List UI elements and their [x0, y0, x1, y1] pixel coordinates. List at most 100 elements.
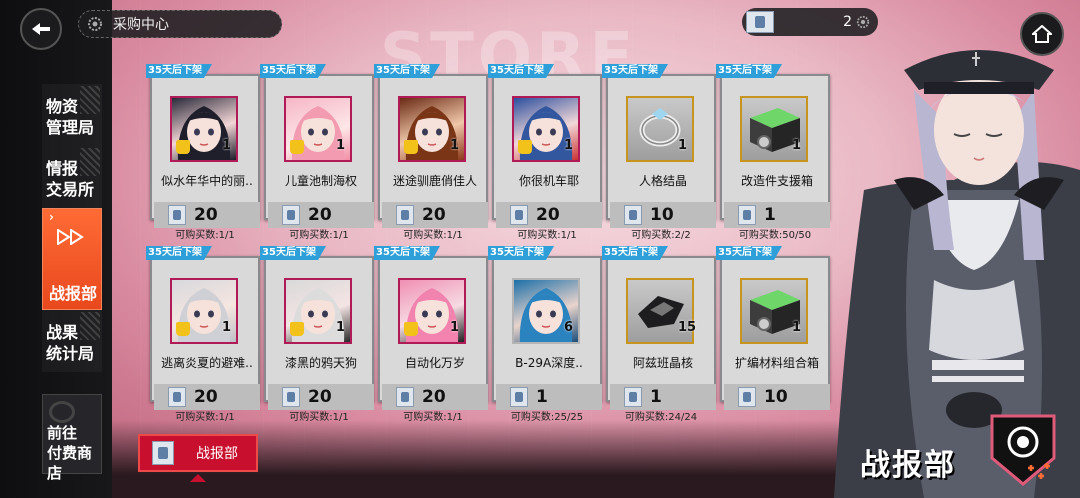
price-row: 1 — [496, 384, 602, 410]
purchase-limit: 可购买数:1/1 — [403, 412, 463, 423]
shop-item-card[interactable]: 35天后下架 1 逃离炎夏的避难.. 20 可购买数:1/1 — [146, 246, 260, 423]
item-quantity: 1 — [450, 138, 460, 153]
purchase-limit: 可购买数:50/50 — [738, 230, 812, 241]
price-row: 20 — [382, 384, 488, 410]
expiry-badge: 35天后下架 — [602, 246, 668, 260]
ticket-icon — [396, 205, 414, 225]
paid-shop-button[interactable]: 前往 付费商店 — [42, 394, 102, 482]
item-name: 迷途驯鹿俏佳人 — [392, 174, 477, 188]
item-quantity: 6 — [564, 320, 574, 335]
texture-pattern — [80, 312, 100, 340]
item-price: 20 — [536, 205, 560, 225]
expiry-badge: 35天后下架 — [602, 64, 668, 78]
category-tab-label: 战报部 — [196, 446, 238, 462]
item-price: 20 — [422, 387, 446, 407]
sidebar-item-results[interactable]: 战果 统计局 — [42, 310, 102, 372]
ticket-icon — [282, 387, 300, 407]
ticket-icon — [624, 387, 642, 407]
shop-item-card[interactable]: 35天后下架 1 迷途驯鹿俏佳人 20 可购买数:1/1 — [374, 64, 488, 241]
shop-item-card[interactable]: 35天后下架 1 扩编材料组合箱 10 — [716, 246, 830, 410]
price-row: 20 — [382, 202, 488, 228]
item-quantity: 1 — [792, 138, 802, 153]
item-frame: 1 扩编材料组合箱 10 — [720, 256, 830, 410]
item-name: 人格结晶 — [638, 174, 687, 188]
price-row: 20 — [154, 384, 260, 410]
category-tab-button[interactable]: 战报部 — [138, 434, 258, 472]
item-frame: 1 人格结晶 10 — [606, 74, 716, 228]
expiry-badge: 35天后下架 — [716, 64, 782, 78]
item-price: 10 — [650, 205, 674, 225]
gear-icon — [88, 17, 102, 31]
item-frame: 6 B-29A深度.. 1 — [492, 256, 602, 410]
item-frame: 1 漆黑的鸦天狗 20 — [264, 256, 374, 410]
selection-indicator — [190, 474, 206, 482]
shop-item-card[interactable]: 35天后下架 1 自动化万岁 20 可购买数:1/1 — [374, 246, 488, 423]
item-name: 逃离炎夏的避难.. — [161, 356, 253, 370]
item-quantity: 1 — [678, 138, 688, 153]
ticket-icon — [152, 441, 174, 465]
price-row: 10 — [724, 384, 830, 410]
purchase-limit: 可购买数:1/1 — [403, 230, 463, 241]
item-price: 20 — [308, 205, 332, 225]
item-frame: 1 逃离炎夏的避难.. 20 — [150, 256, 260, 410]
sidebar-item-label: 战报部 — [49, 284, 98, 303]
item-name: 阿兹班晶核 — [632, 356, 693, 370]
price-row: 20 — [496, 202, 602, 228]
item-frame: 1 改造件支援箱 1 — [720, 74, 830, 228]
item-quantity: 1 — [222, 320, 232, 335]
price-row: 1 — [610, 384, 716, 410]
item-name: 似水年华中的丽.. — [161, 174, 253, 188]
item-quantity: 1 — [336, 320, 346, 335]
price-row: 10 — [610, 202, 716, 228]
shop-item-card[interactable]: 35天后下架 15 阿兹班晶核 1 可购买数:24/24 — [602, 246, 716, 423]
gear-icon — [856, 15, 870, 29]
purchase-limit: 可购买数:1/1 — [517, 230, 577, 241]
character-panel-title: 战报部 — [860, 448, 956, 483]
item-name: 你很机车耶 — [518, 174, 579, 188]
expiry-badge: 35天后下架 — [146, 246, 212, 260]
ticket-icon — [168, 387, 186, 407]
purchase-limit: 可购买数:1/1 — [289, 230, 349, 241]
item-name: 漆黑的鸦天狗 — [284, 356, 357, 370]
page-title-bar: 采购中心 — [78, 10, 282, 38]
ticket-icon — [510, 387, 528, 407]
page-title: 采购中心 — [113, 17, 169, 33]
back-button[interactable] — [20, 8, 62, 50]
price-row: 1 — [724, 202, 830, 228]
ticket-icon — [510, 205, 528, 225]
shop-item-card[interactable]: 35天后下架 1 改造件支援箱 1 可购买数:50/50 — [716, 64, 830, 241]
back-arrow-icon — [32, 23, 50, 35]
item-price: 1 — [764, 205, 776, 225]
item-name: 自动化万岁 — [404, 356, 465, 370]
sidebar-item-intel[interactable]: 情报 交易所 — [42, 146, 102, 208]
item-name: 改造件支援箱 — [740, 174, 813, 188]
sidebar-item-supply[interactable]: 物资 管理局 — [42, 84, 102, 146]
shop-item-card[interactable]: 35天后下架 1 人格结晶 10 可购买数:2/2 — [602, 64, 716, 241]
item-name: 扩编材料组合箱 — [734, 356, 819, 370]
item-price: 20 — [308, 387, 332, 407]
ticket-icon — [738, 387, 756, 407]
sidebar-item-label: 管理局 — [46, 118, 95, 137]
item-quantity: 1 — [792, 320, 802, 335]
chevron-right-icon: › — [49, 210, 54, 224]
item-frame: 1 似水年华中的丽.. 20 — [150, 74, 260, 228]
shop-item-card[interactable]: 35天后下架 1 儿童池制海权 20 可购买数:1/1 — [260, 64, 374, 241]
shop-item-card[interactable]: 35天后下架 1 你很机车耶 20 可购买数:1/1 — [488, 64, 602, 241]
fast-forward-icon — [57, 229, 84, 245]
sidebar-item-label: 交易所 — [46, 180, 95, 199]
purchase-limit: 可购买数:25/25 — [510, 412, 584, 423]
item-frame: 1 儿童池制海权 20 — [264, 74, 374, 228]
item-price: 1 — [536, 387, 548, 407]
item-frame: 15 阿兹班晶核 1 — [606, 256, 716, 410]
purchase-limit: 可购买数:24/24 — [624, 412, 698, 423]
item-frame: 1 自动化万岁 20 — [378, 256, 488, 410]
shop-item-card[interactable]: 35天后下架 1 漆黑的鸦天狗 20 可购买数:1/1 — [260, 246, 374, 423]
sidebar-item-battle-report[interactable]: › 战报部 — [42, 208, 102, 310]
price-row: 20 — [268, 384, 374, 410]
sidebar-item-label: 统计局 — [46, 344, 95, 363]
expiry-badge: 35天后下架 — [146, 64, 212, 78]
shop-item-card[interactable]: 35天后下架 1 似水年华中的丽.. 20 可购买数:1/1 — [146, 64, 260, 241]
item-quantity: 1 — [336, 138, 346, 153]
paid-shop-label: 前往 — [47, 424, 78, 442]
shop-item-card[interactable]: 35天后下架 6 B-29A深度.. 1 可购买数:25/25 — [488, 246, 602, 423]
